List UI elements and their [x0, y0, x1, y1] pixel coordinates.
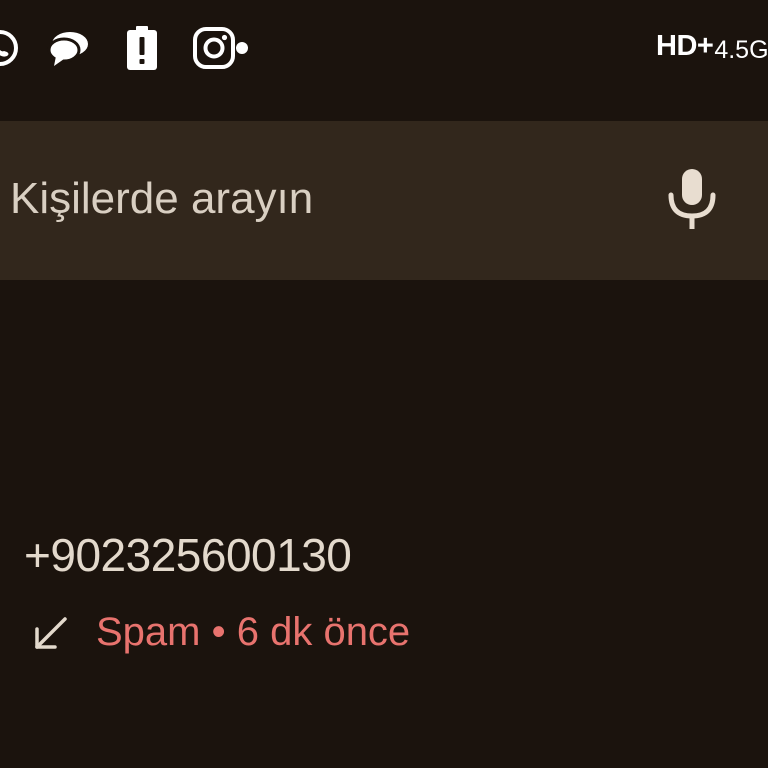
network-indicator: HD+4.5G [656, 30, 768, 64]
incoming-call-arrow-icon [35, 617, 67, 649]
chat-bubbles-icon [47, 32, 88, 66]
contacts-search-bar[interactable] [0, 121, 768, 280]
microphone-icon[interactable] [662, 167, 722, 235]
caller-number: +902325600130 [24, 529, 352, 581]
network-speed-label: 4.5G [714, 36, 768, 64]
battery-alert-icon [127, 26, 157, 70]
call-log-item[interactable]: +902325600130 Spam • 6 dk önce [0, 520, 768, 670]
call-status-spam: Spam • 6 dk önce [96, 610, 411, 654]
whatsapp-icon [0, 30, 18, 66]
search-input[interactable] [10, 167, 610, 231]
hd-plus-label: HD+ [656, 30, 714, 62]
instagram-icon [193, 27, 248, 69]
status-bar: HD+4.5G [0, 0, 768, 96]
